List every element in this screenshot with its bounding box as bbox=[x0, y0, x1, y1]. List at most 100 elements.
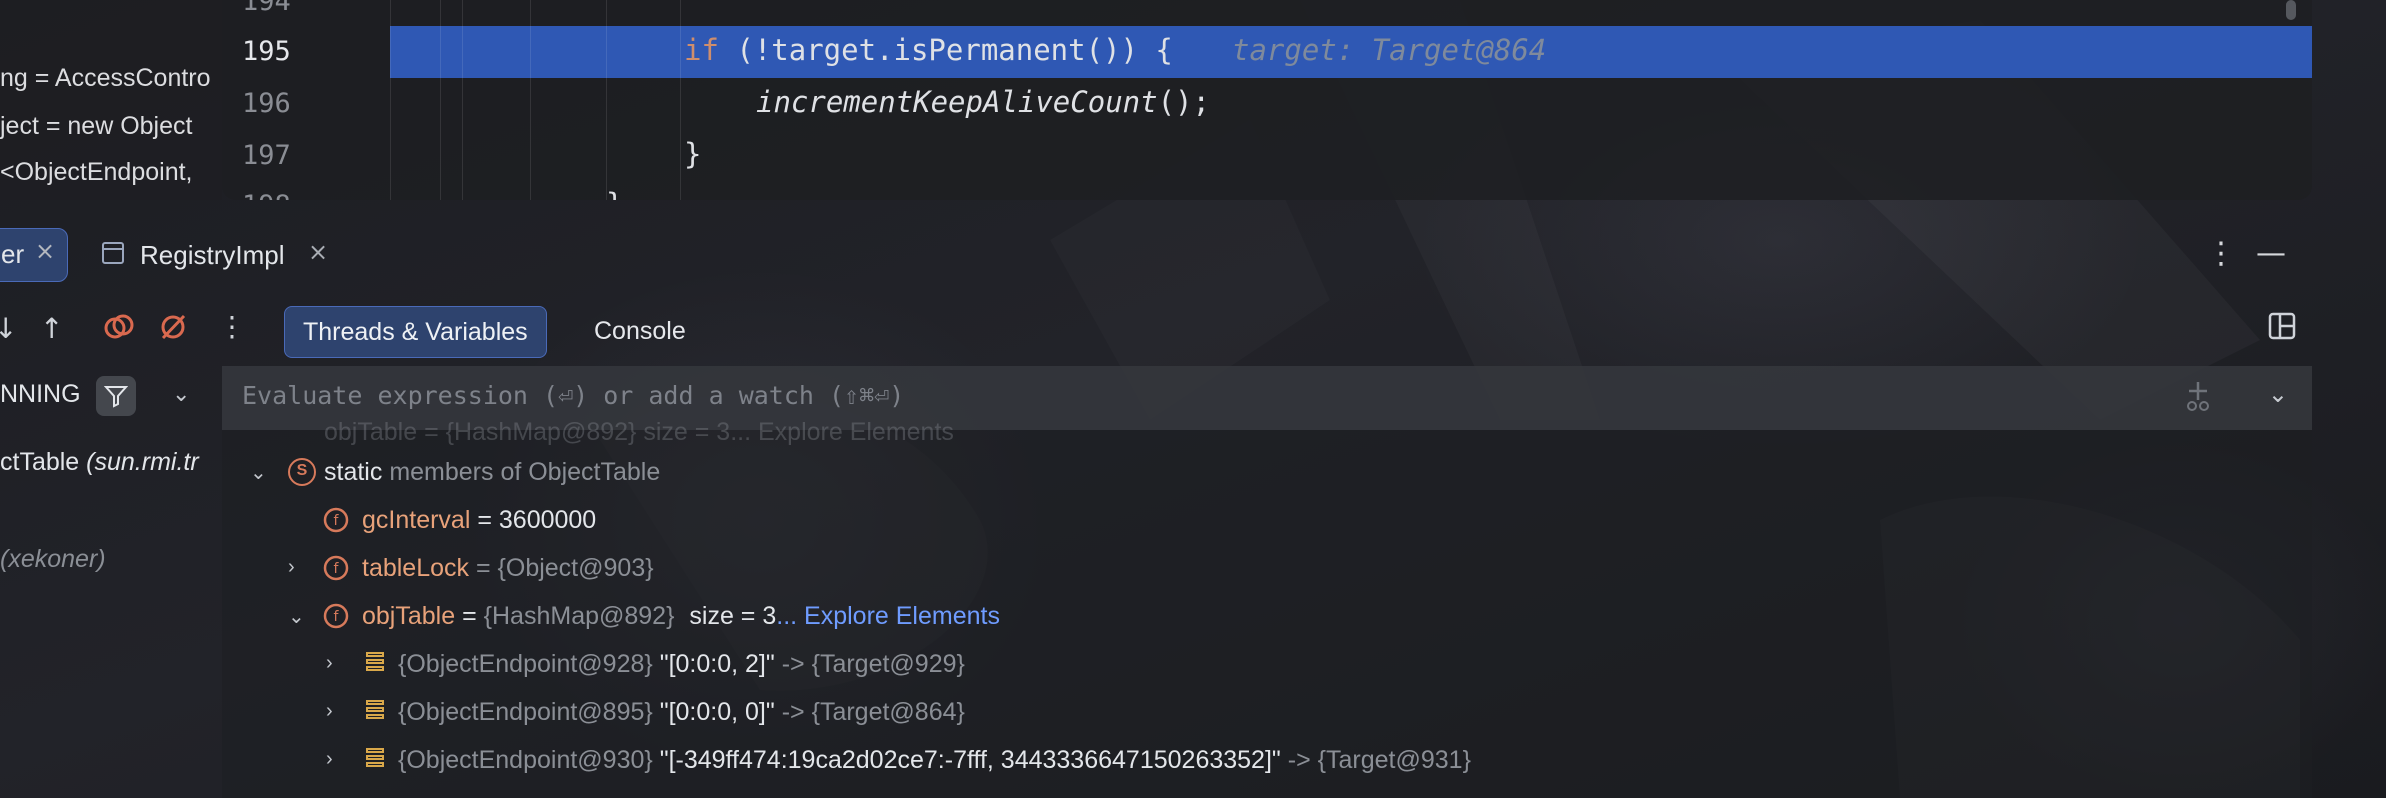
left-code-line: ng = AccessContro bbox=[0, 64, 211, 92]
left-code-line: ject = new Object bbox=[0, 112, 193, 140]
code-line-196[interactable]: incrementKeepAliveCount(); bbox=[756, 85, 1210, 119]
entry-arrow: -> bbox=[1287, 746, 1311, 774]
tree-row-map-entry[interactable]: › {ObjectEndpoint@928} "[0:0:0, 2]" -> {… bbox=[222, 642, 2222, 690]
svg-text:f: f bbox=[334, 513, 340, 529]
tree-row-map-entry[interactable]: › {ObjectEndpoint@895} "[0:0:0, 0]" -> {… bbox=[222, 690, 2222, 738]
explore-elements-link[interactable]: ... Explore Elements bbox=[776, 602, 1000, 630]
code-line-197[interactable]: } bbox=[684, 137, 701, 171]
entry-arrow: -> bbox=[781, 650, 805, 678]
view-breakpoints-icon[interactable] bbox=[104, 312, 134, 349]
variable-value: = {Object@903} bbox=[475, 554, 654, 582]
chevron-down-icon[interactable]: ⌄ bbox=[172, 382, 190, 407]
tab-label: er bbox=[1, 239, 25, 269]
frame-method: ctTable bbox=[0, 448, 80, 476]
close-icon[interactable]: × bbox=[35, 237, 55, 265]
more-icon[interactable]: ⋮ bbox=[218, 310, 246, 343]
left-code-panel: ng = AccessContro ject = new Object <Obj… bbox=[0, 0, 222, 200]
indent-guide bbox=[530, 0, 531, 200]
chevron-down-icon[interactable]: ⌄ bbox=[288, 604, 305, 629]
tree-row-tablelock[interactable]: › f tableLock = {Object@903} bbox=[222, 546, 2222, 594]
collection-size: size = 3 bbox=[689, 602, 777, 630]
svg-text:f: f bbox=[334, 609, 340, 625]
partial-row-text: objTable = {HashMap@892} size = 3... Exp… bbox=[324, 418, 954, 446]
entry-id: "[0:0:0, 2]" bbox=[659, 650, 775, 678]
keyword: if bbox=[684, 33, 719, 67]
tree-row-static[interactable]: ⌄ S static members of ObjectTable bbox=[222, 450, 2222, 498]
tab-label: RegistryImpl bbox=[140, 240, 285, 270]
map-entry-icon bbox=[366, 700, 394, 728]
filter-icon bbox=[104, 386, 128, 408]
layout-icon[interactable] bbox=[2268, 312, 2296, 347]
inline-value-hint: target: Target@864 bbox=[1232, 33, 1547, 67]
indent-guide bbox=[462, 0, 463, 200]
close-icon[interactable]: × bbox=[308, 238, 328, 266]
frame-item[interactable]: (xekoner) bbox=[0, 545, 106, 574]
line-number: 195 bbox=[242, 36, 291, 67]
map-entry-icon bbox=[366, 652, 394, 680]
tree-row-map-entry[interactable]: › {ObjectEndpoint@930} "[-349ff474:19ca2… bbox=[222, 738, 2222, 786]
line-number: 198 bbox=[242, 190, 332, 200]
map-entry-icon bbox=[366, 748, 394, 776]
frame-item[interactable]: ctTable (sun.rmi.tr bbox=[0, 448, 199, 477]
tree-row-gcinterval[interactable]: f gcInterval = 3600000 bbox=[222, 498, 2222, 546]
filter-button[interactable] bbox=[96, 376, 136, 416]
more-options-icon[interactable]: ⋮ bbox=[2206, 236, 2236, 271]
variables-tree[interactable]: objTable = {HashMap@892} size = 3... Exp… bbox=[222, 418, 2312, 798]
chevron-right-icon[interactable]: › bbox=[326, 700, 333, 723]
entry-key: {ObjectEndpoint@928} bbox=[398, 650, 653, 678]
equals: = bbox=[462, 602, 477, 630]
entry-key: {ObjectEndpoint@930} bbox=[398, 746, 653, 774]
tab-debugger-session[interactable]: er × bbox=[0, 228, 68, 282]
chevron-down-icon[interactable]: ⌄ bbox=[2268, 380, 2288, 408]
static-field-icon: f bbox=[322, 602, 350, 630]
entry-target: {Target@929} bbox=[811, 650, 965, 678]
static-description: members of ObjectTable bbox=[389, 458, 661, 486]
chevron-right-icon[interactable]: › bbox=[326, 748, 333, 771]
method-call: incrementKeepAliveCount bbox=[756, 85, 1158, 119]
indent-guide bbox=[440, 0, 441, 200]
step-into-icon[interactable]: ↓ bbox=[0, 312, 17, 345]
code-text: (); bbox=[1157, 85, 1210, 119]
indent-guide bbox=[390, 0, 391, 200]
static-icon: S bbox=[288, 458, 316, 486]
svg-text:f: f bbox=[334, 561, 340, 577]
entry-target: {Target@864} bbox=[811, 698, 965, 726]
add-watch-icon[interactable] bbox=[2180, 378, 2216, 422]
variable-value: = 3600000 bbox=[477, 506, 597, 534]
editor-scrollbar[interactable] bbox=[2286, 0, 2296, 20]
mute-breakpoints-icon[interactable] bbox=[158, 312, 188, 349]
static-field-icon: f bbox=[322, 506, 350, 534]
tab-console[interactable]: Console bbox=[576, 306, 704, 356]
chevron-right-icon[interactable]: › bbox=[326, 652, 333, 675]
entry-target: {Target@931} bbox=[1317, 746, 1471, 774]
line-number: 196 bbox=[242, 88, 291, 119]
static-label: static bbox=[324, 458, 383, 486]
tree-row-objtable[interactable]: ⌄ f objTable = {HashMap@892} size = 3...… bbox=[222, 594, 2222, 642]
indent-guide bbox=[680, 0, 681, 200]
chevron-right-icon[interactable]: › bbox=[288, 556, 295, 579]
entry-id: "[0:0:0, 0]" bbox=[659, 698, 775, 726]
file-icon bbox=[102, 242, 124, 264]
static-field-icon: f bbox=[322, 554, 350, 582]
code-editor[interactable]: 194 195 196 197 198 if (!target.isPerman… bbox=[222, 0, 2312, 200]
code-line-195[interactable]: if (!target.isPermanent()) { bbox=[684, 33, 1173, 67]
code-text: (!target.isPermanent()) { bbox=[718, 33, 1173, 67]
tab-threads-variables[interactable]: Threads & Variables bbox=[284, 306, 547, 358]
evaluate-input[interactable]: Evaluate expression (⏎) or add a watch (… bbox=[242, 381, 904, 410]
variable-type: {HashMap@892} bbox=[483, 602, 675, 630]
step-out-icon[interactable]: ↑ bbox=[40, 312, 63, 345]
line-number: 194 bbox=[242, 0, 291, 17]
thread-state-label: NNING bbox=[0, 380, 81, 408]
frame-package: (sun.rmi.tr bbox=[86, 448, 199, 476]
entry-arrow: -> bbox=[781, 698, 805, 726]
left-code-line: <ObjectEndpoint, bbox=[0, 158, 193, 186]
code-line-198[interactable]: } bbox=[606, 187, 623, 200]
chevron-down-icon[interactable]: ⌄ bbox=[250, 460, 267, 485]
indent-guide bbox=[606, 0, 607, 200]
minimize-icon[interactable]: — bbox=[2256, 236, 2286, 271]
variable-name: objTable bbox=[362, 602, 456, 630]
variable-name: tableLock bbox=[362, 554, 470, 582]
line-number: 197 bbox=[242, 140, 291, 171]
variable-name: gcInterval bbox=[362, 506, 471, 534]
entry-key: {ObjectEndpoint@895} bbox=[398, 698, 653, 726]
